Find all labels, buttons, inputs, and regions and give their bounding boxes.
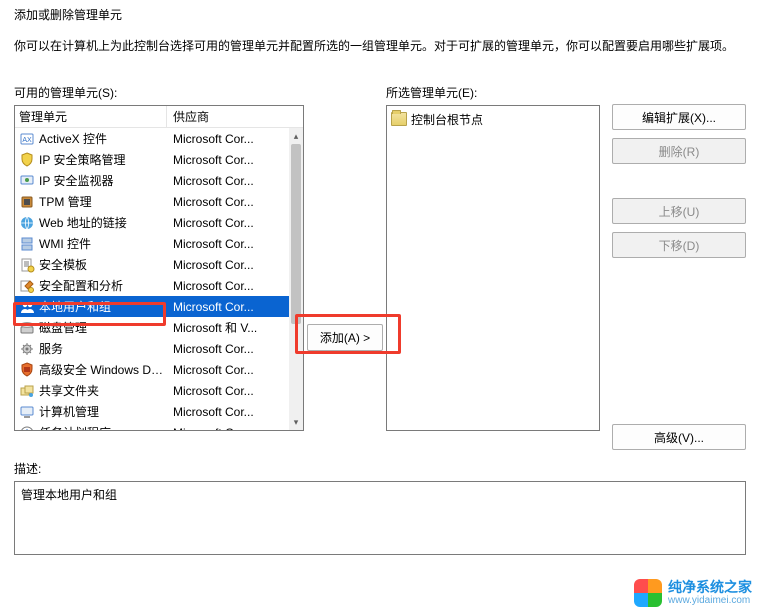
template-icon — [19, 257, 35, 273]
header-vendor[interactable]: 供应商 — [167, 106, 303, 127]
folder-icon — [391, 112, 407, 126]
tree-root-item[interactable]: 控制台根节点 — [391, 109, 595, 129]
item-vendor: Microsoft Cor... — [167, 405, 289, 419]
gear-icon — [19, 341, 35, 357]
item-name: TPM 管理 — [39, 193, 167, 210]
middle-column: 添加(A) > — [304, 84, 386, 450]
item-name: WMI 控件 — [39, 235, 167, 252]
scroll-thumb[interactable] — [291, 144, 301, 324]
list-item[interactable]: WMI 控件Microsoft Cor... — [15, 233, 289, 254]
item-name: 共享文件夹 — [39, 382, 167, 399]
item-name: 任务计划程序 — [39, 424, 167, 430]
item-vendor: Microsoft Cor... — [167, 426, 289, 431]
selected-label: 所选管理单元(E): — [386, 84, 600, 101]
list-item[interactable]: IP 安全策略管理Microsoft Cor... — [15, 149, 289, 170]
item-name: IP 安全策略管理 — [39, 151, 167, 168]
description-label: 描述: — [14, 460, 746, 477]
side-buttons-column: 编辑扩展(X)... 删除(R) 上移(U) 下移(D) 高级(V)... — [600, 84, 746, 450]
list-item[interactable]: IP 安全监视器Microsoft Cor... — [15, 170, 289, 191]
list-item[interactable]: TPM 管理Microsoft Cor... — [15, 191, 289, 212]
item-name: 计算机管理 — [39, 403, 167, 420]
shield-icon — [19, 152, 35, 168]
item-vendor: Microsoft Cor... — [167, 174, 289, 188]
item-name: 安全模板 — [39, 256, 167, 273]
description-section: 描述: 管理本地用户和组 — [0, 450, 760, 555]
item-name: 服务 — [39, 340, 167, 357]
dialog-intro: 你可以在计算机上为此控制台选择可用的管理单元并配置所选的一组管理单元。对于可扩展… — [0, 27, 760, 84]
share-icon — [19, 383, 35, 399]
item-vendor: Microsoft Cor... — [167, 384, 289, 398]
available-label: 可用的管理单元(S): — [14, 84, 304, 101]
svg-text:AX: AX — [22, 137, 32, 144]
list-item[interactable]: 任务计划程序Microsoft Cor... — [15, 422, 289, 430]
remove-button[interactable]: 删除(R) — [612, 138, 746, 164]
link-icon — [19, 215, 35, 231]
available-rows: AXActiveX 控件Microsoft Cor...IP 安全策略管理Mic… — [15, 128, 289, 430]
item-name: 本地用户和组 — [39, 298, 167, 315]
item-vendor: Microsoft Cor... — [167, 195, 289, 209]
list-item[interactable]: 本地用户和组Microsoft Cor... — [15, 296, 289, 317]
watermark-line2: www.yidaimei.com — [668, 595, 752, 606]
item-vendor: Microsoft Cor... — [167, 279, 289, 293]
dialog-title: 添加或删除管理单元 — [0, 0, 760, 27]
available-listbox[interactable]: 管理单元 供应商 AXActiveX 控件Microsoft Cor...IP … — [14, 105, 304, 431]
selected-column: 所选管理单元(E): 控制台根节点 — [386, 84, 600, 450]
item-vendor: Microsoft Cor... — [167, 216, 289, 230]
item-name: 安全配置和分析 — [39, 277, 167, 294]
list-item[interactable]: 高级安全 Windows De...Microsoft Cor... — [15, 359, 289, 380]
chip-icon — [19, 194, 35, 210]
config-icon — [19, 278, 35, 294]
watermark-logo-icon — [634, 579, 662, 607]
activex-icon: AX — [19, 131, 35, 147]
item-vendor: Microsoft Cor... — [167, 258, 289, 272]
scrollbar[interactable]: ▴ ▾ — [289, 128, 303, 430]
users-icon — [19, 299, 35, 315]
item-name: ActiveX 控件 — [39, 130, 167, 147]
advanced-button[interactable]: 高级(V)... — [612, 424, 746, 450]
list-item[interactable]: AX ActiveX 控件Microsoft Cor... — [15, 128, 289, 149]
firewall-icon — [19, 362, 35, 378]
tree-root-label: 控制台根节点 — [411, 111, 483, 128]
available-column: 可用的管理单元(S): 管理单元 供应商 AXActiveX 控件Microso… — [14, 84, 304, 450]
item-vendor: Microsoft Cor... — [167, 363, 289, 377]
scroll-up-icon[interactable]: ▴ — [289, 128, 303, 144]
item-vendor: Microsoft Cor... — [167, 300, 289, 314]
item-name: Web 地址的链接 — [39, 214, 167, 231]
watermark: 纯净系统之家 www.yidaimei.com — [634, 579, 752, 607]
item-vendor: Microsoft Cor... — [167, 132, 289, 146]
server-icon — [19, 236, 35, 252]
item-name: 高级安全 Windows De... — [39, 361, 167, 378]
list-item[interactable]: 计算机管理Microsoft Cor... — [15, 401, 289, 422]
item-vendor: Microsoft Cor... — [167, 153, 289, 167]
list-item[interactable]: 安全模板Microsoft Cor... — [15, 254, 289, 275]
item-name: 磁盘管理 — [39, 319, 167, 336]
monitor-icon — [19, 173, 35, 189]
add-button[interactable]: 添加(A) > — [307, 324, 383, 351]
task-icon — [19, 425, 35, 431]
list-item[interactable]: 磁盘管理Microsoft 和 V... — [15, 317, 289, 338]
move-down-button[interactable]: 下移(D) — [612, 232, 746, 258]
disk-icon — [19, 320, 35, 336]
header-name[interactable]: 管理单元 — [15, 106, 167, 127]
available-header: 管理单元 供应商 — [15, 106, 303, 128]
description-box: 管理本地用户和组 — [14, 481, 746, 555]
list-item[interactable]: Web 地址的链接Microsoft Cor... — [15, 212, 289, 233]
list-item[interactable]: 共享文件夹Microsoft Cor... — [15, 380, 289, 401]
main-area: 可用的管理单元(S): 管理单元 供应商 AXActiveX 控件Microso… — [0, 84, 760, 450]
selected-treeview[interactable]: 控制台根节点 — [386, 105, 600, 431]
edit-extensions-button[interactable]: 编辑扩展(X)... — [612, 104, 746, 130]
item-vendor: Microsoft 和 V... — [167, 319, 289, 336]
item-vendor: Microsoft Cor... — [167, 342, 289, 356]
watermark-line1: 纯净系统之家 — [668, 580, 752, 595]
move-up-button[interactable]: 上移(U) — [612, 198, 746, 224]
item-name: IP 安全监视器 — [39, 172, 167, 189]
computer-icon — [19, 404, 35, 420]
list-item[interactable]: 安全配置和分析Microsoft Cor... — [15, 275, 289, 296]
scroll-down-icon[interactable]: ▾ — [289, 414, 303, 430]
item-vendor: Microsoft Cor... — [167, 237, 289, 251]
list-item[interactable]: 服务Microsoft Cor... — [15, 338, 289, 359]
